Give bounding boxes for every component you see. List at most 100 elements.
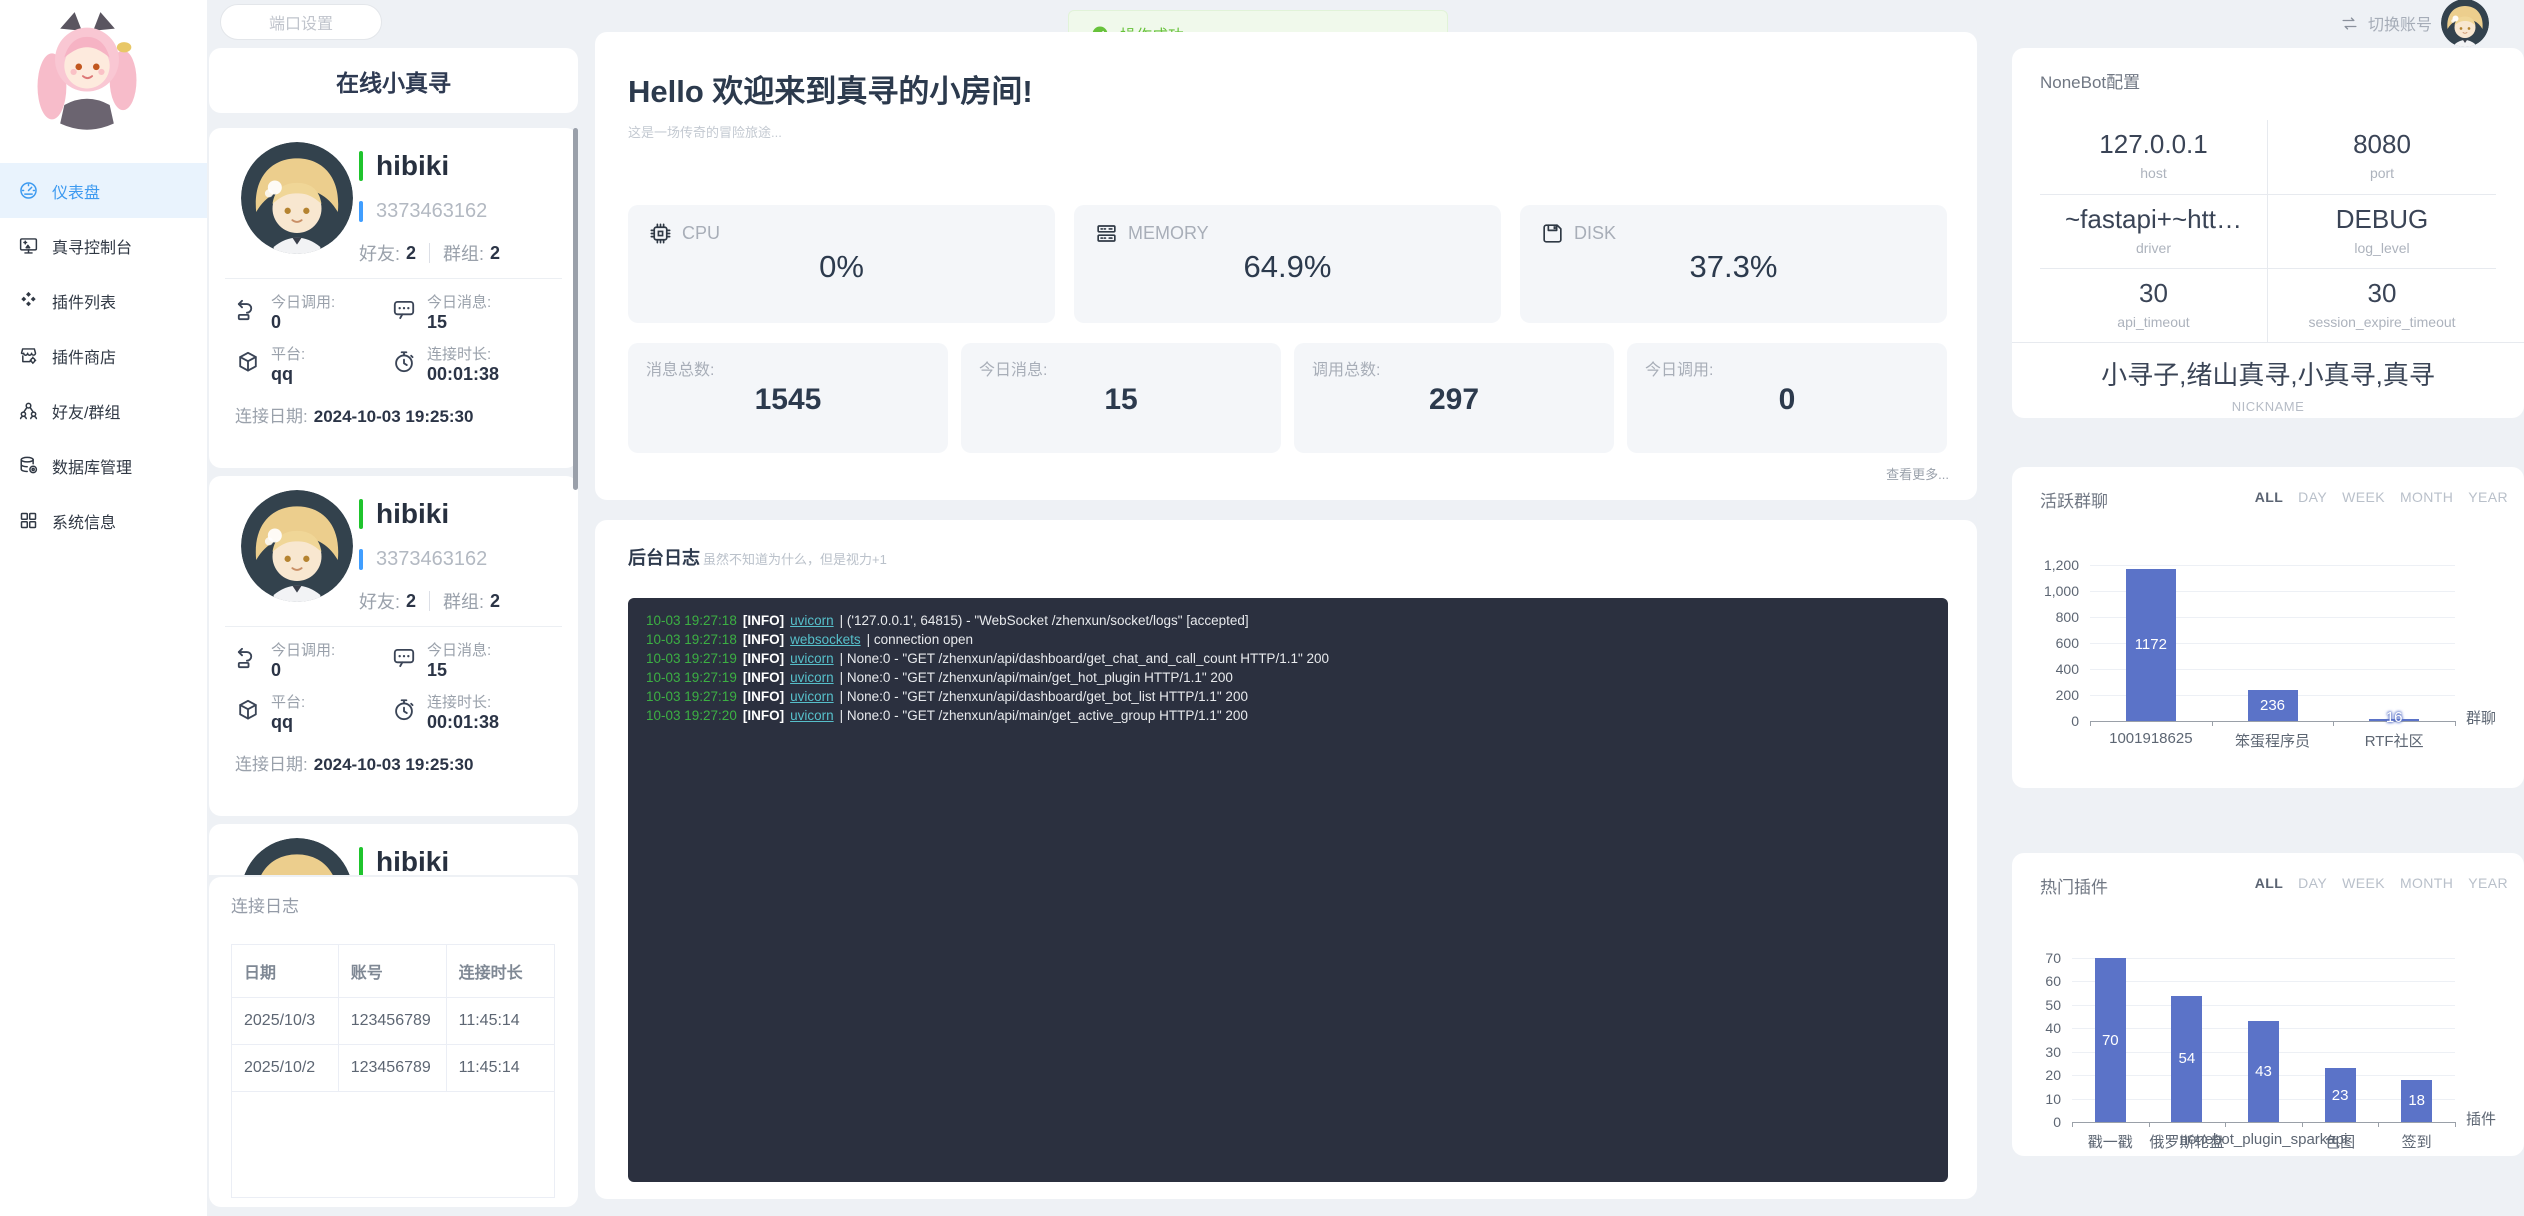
col-account: 账号	[338, 945, 446, 998]
bar-value-label: 23	[2332, 1087, 2349, 1104]
logger-link[interactable]: uvicorn	[790, 613, 834, 628]
bot-list-scrollbar[interactable]	[573, 128, 578, 490]
bar-value-label: 236	[2260, 697, 2285, 714]
active-groups-panel: 活跃群聊 ALL DAY WEEK MONTH YEAR 02004006008001,…	[2012, 467, 2524, 788]
connect-date: 连接日期:2024-10-03 19:25:30	[235, 402, 473, 427]
bar-value-label: 1172	[2135, 636, 2167, 653]
active-groups-bar-chart: 02004006008001,0001,20011721001918625236…	[2090, 565, 2455, 721]
hot-plugins-panel: 热门插件 ALLDAYWEEKMONTHYEAR 010203040506070…	[2012, 853, 2524, 1156]
sidebar-item-friends-groups[interactable]: 好友/群组	[0, 383, 207, 438]
sidebar-item-dashboard[interactable]: 仪表盘	[0, 163, 207, 218]
nonebot-config-panel: NoneBot配置 127.0.0.1host 8080port ~fastap…	[2012, 48, 2524, 418]
today-calls-card: 今日调用: 0	[1627, 343, 1947, 453]
x-axis-category-label: 1001918625	[2109, 730, 2192, 747]
y-axis-tick-label: 600	[2056, 635, 2079, 651]
bot-id: 3373463162	[376, 548, 487, 571]
id-accent-bar	[359, 201, 363, 222]
chart-tab-year[interactable]: YEAR	[2468, 489, 2508, 505]
logger-link[interactable]: uvicorn	[790, 689, 834, 704]
bot-list[interactable]: hibiki 3373463162 好友:2 群组:2 今日调用:0 今日消息:…	[209, 121, 578, 875]
axis-tick	[2302, 1122, 2303, 1127]
sidebar-item-plugin-store[interactable]: 插件商店	[0, 328, 207, 383]
axis-tick	[2333, 721, 2334, 726]
chart-bar[interactable]: 18	[2401, 1080, 2432, 1122]
chart-bar[interactable]: 54	[2171, 996, 2202, 1123]
bar-value-label: 54	[2179, 1050, 2196, 1067]
x-axis-category-label: nonebot_plugin_sparkapi	[2180, 1131, 2348, 1148]
chart-tab-all[interactable]: ALL	[2255, 875, 2283, 891]
connection-log-table: 日期 账号 连接时长 2025/10/3 123456789 11:45:14 …	[231, 944, 555, 1198]
logger-link[interactable]: uvicorn	[790, 670, 834, 685]
bot-card[interactable]: hibiki	[209, 824, 578, 875]
chart-tab-year[interactable]: YEAR	[2468, 875, 2508, 891]
y-axis-tick-label: 0	[2053, 1114, 2061, 1130]
divider	[225, 626, 562, 627]
port-settings-button[interactable]: 端口设置	[220, 4, 382, 40]
bot-card[interactable]: hibiki 3373463162 好友:2 群组:2 今日调用:0 今日消息:…	[209, 128, 578, 468]
chart-tab-week[interactable]: WEEK	[2342, 489, 2385, 505]
sidebar-item-label: 好友/群组	[52, 399, 120, 423]
bot-counts: 好友:2 群组:2	[359, 240, 500, 266]
config-driver: ~fastapi+~htt…driver	[2040, 194, 2268, 268]
welcome-panel: Hello 欢迎来到真寻的小房间! 这是一场传奇的冒险旅途... CPU 0% …	[595, 32, 1977, 500]
chart-bar[interactable]: 23	[2325, 1068, 2356, 1122]
active-groups-title: 活跃群聊	[2040, 487, 2108, 512]
chart-range-tabs: ALL DAY WEEK MONTH YEAR	[2255, 875, 2508, 891]
cpu-card: CPU 0%	[628, 205, 1055, 323]
x-axis-category-label: 笨蛋程序员	[2235, 730, 2310, 751]
switch-account[interactable]: 切换账号	[2340, 0, 2489, 46]
backend-logs-title: 后台日志	[628, 544, 700, 570]
log-line: 10-03 19:27:19[INFO]uvicorn| None:0 - "G…	[646, 687, 1930, 706]
sidebar-item-label: 系统信息	[52, 509, 116, 533]
database-icon	[18, 455, 39, 476]
logger-link[interactable]: uvicorn	[790, 651, 834, 666]
stat-messages-today: 今日消息:15	[391, 642, 491, 681]
chart-tab-month[interactable]: MONTH	[2400, 489, 2453, 505]
plugins-icon	[18, 290, 39, 311]
y-axis-tick-label: 60	[2045, 973, 2061, 989]
memory-icon	[1094, 221, 1119, 246]
disk-icon	[1540, 221, 1565, 246]
sidebar-item-label: 插件列表	[52, 289, 116, 313]
sidebar-item-system-info[interactable]: 系统信息	[0, 493, 207, 548]
col-date: 日期	[232, 945, 339, 998]
sidebar-item-label: 真寻控制台	[52, 234, 132, 258]
connection-log-title: 连接日志	[231, 892, 299, 917]
see-more-link[interactable]: 查看更多...	[1886, 464, 1949, 483]
log-line: 10-03 19:27:18[INFO]websockets| connecti…	[646, 630, 1930, 649]
stat-duration: 连接时长:00:01:38	[391, 694, 499, 733]
chart-tab-day[interactable]: DAY	[2298, 489, 2327, 505]
config-title: NoneBot配置	[2040, 68, 2140, 93]
memory-card: MEMORY 64.9%	[1074, 205, 1501, 323]
logger-link[interactable]: websockets	[790, 632, 861, 647]
chart-tab-all[interactable]: ALL	[2255, 489, 2283, 505]
chart-bar[interactable]: 70	[2095, 958, 2126, 1122]
chart-tab-month[interactable]: MONTH	[2400, 875, 2453, 891]
chart-bar[interactable]: 43	[2248, 1021, 2279, 1122]
name-accent-bar	[359, 847, 363, 875]
user-avatar[interactable]	[2441, 0, 2489, 47]
sidebar-item-database[interactable]: 数据库管理	[0, 438, 207, 493]
log-line: 10-03 19:27:19[INFO]uvicorn| None:0 - "G…	[646, 668, 1930, 687]
config-session-expire-timeout: 30session_expire_timeout	[2268, 268, 2496, 342]
logger-link[interactable]: uvicorn	[790, 708, 834, 723]
sidebar-item-label: 数据库管理	[52, 454, 132, 478]
chart-tab-week[interactable]: WEEK	[2342, 875, 2385, 891]
axis-tick	[2212, 721, 2213, 726]
log-terminal[interactable]: 10-03 19:27:18[INFO]uvicorn| ('127.0.0.1…	[628, 598, 1948, 1182]
sidebar-item-console[interactable]: 真寻控制台	[0, 218, 207, 273]
chart-tab-day[interactable]: DAY	[2298, 875, 2327, 891]
y-axis-tick-label: 800	[2056, 609, 2079, 625]
bot-card[interactable]: hibiki 3373463162 好友:2 群组:2 今日调用:0 今日消息:…	[209, 476, 578, 816]
log-line: 10-03 19:27:20[INFO]uvicorn| None:0 - "G…	[646, 706, 1930, 725]
store-icon	[18, 345, 39, 366]
chart-bar[interactable]: 16	[2369, 719, 2419, 721]
chart-bar[interactable]: 236	[2248, 690, 2298, 721]
log-line: 10-03 19:27:18[INFO]uvicorn| ('127.0.0.1…	[646, 611, 1930, 630]
sidebar-item-plugin-list[interactable]: 插件列表	[0, 273, 207, 328]
bot-avatar	[241, 142, 353, 254]
bot-avatar	[241, 838, 353, 875]
memory-value: 64.9%	[1074, 249, 1501, 285]
chart-bar[interactable]: 1172	[2126, 569, 2176, 721]
axis-tick	[2378, 1122, 2379, 1127]
